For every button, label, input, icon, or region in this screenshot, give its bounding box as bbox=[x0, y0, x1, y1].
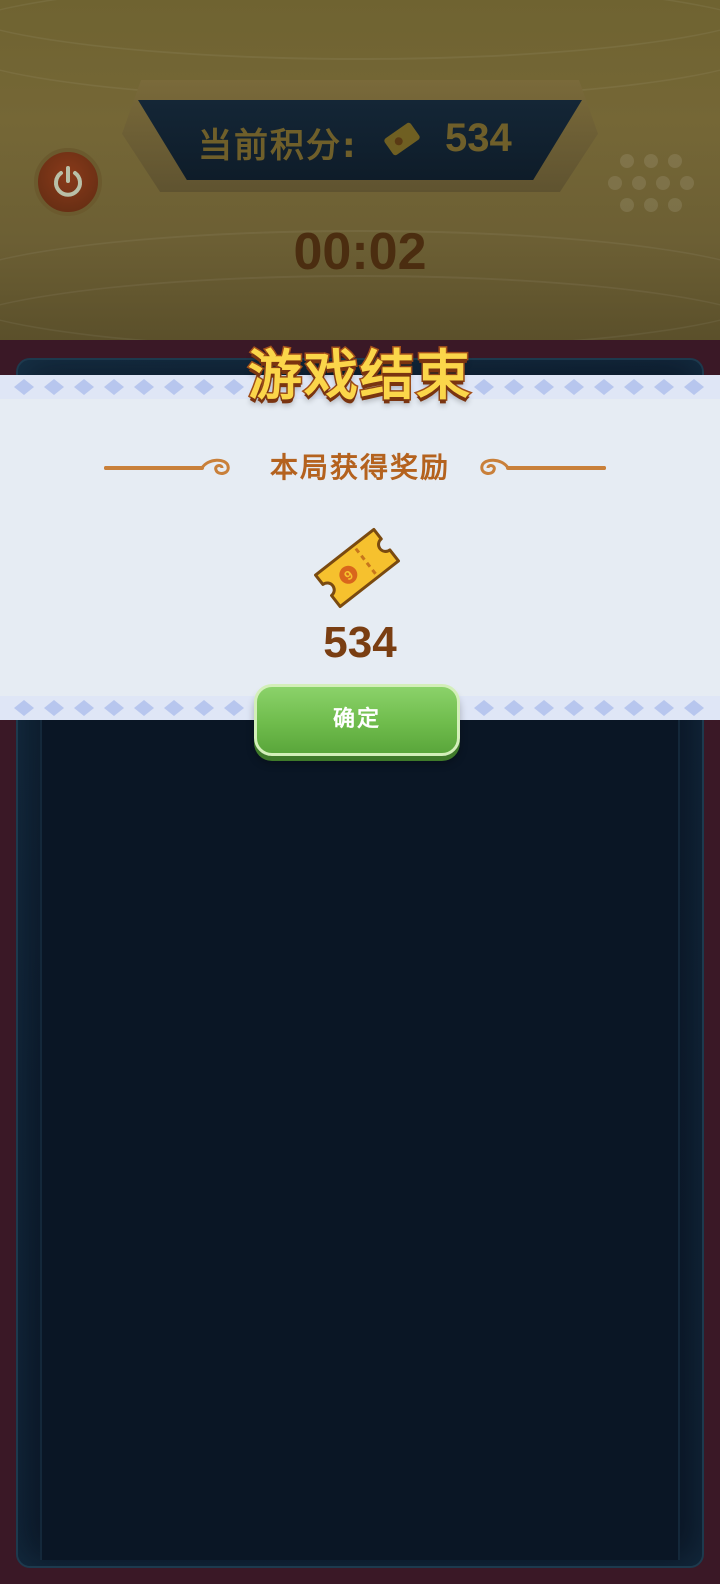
confirm-button[interactable]: 确定 bbox=[254, 684, 460, 756]
dialog-title-wrap: 游戏结束 bbox=[0, 338, 720, 418]
ticket-icon: 9 bbox=[314, 527, 400, 609]
swirl-right-icon bbox=[480, 458, 606, 475]
modal-overlay: 游戏结束 本局获得奖励 9 534 确定 bbox=[0, 0, 720, 1584]
reward-title-row: 本局获得奖励 bbox=[0, 448, 720, 488]
reward-value: 534 bbox=[323, 618, 397, 667]
dialog-title: 游戏结束 bbox=[247, 343, 472, 409]
reward-title: 本局获得奖励 bbox=[269, 451, 450, 484]
